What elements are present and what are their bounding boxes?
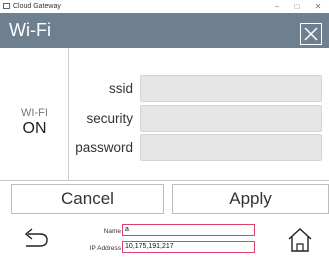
security-input[interactable] xyxy=(140,105,322,132)
wifi-status-label: WI-FI xyxy=(21,107,48,119)
password-input[interactable] xyxy=(140,134,322,161)
window-close-button[interactable]: ✕ xyxy=(311,0,325,13)
maximize-button[interactable]: □ xyxy=(290,0,304,13)
password-label: password xyxy=(75,140,133,155)
security-label: security xyxy=(86,111,133,126)
name-field[interactable]: a xyxy=(122,224,255,236)
ip-address-field[interactable]: 10,175,191,217 xyxy=(122,241,255,253)
cancel-button[interactable]: Cancel xyxy=(11,184,164,214)
minimize-button[interactable]: – xyxy=(270,0,284,13)
divider xyxy=(0,180,329,181)
ip-address-label: IP Address xyxy=(89,245,121,252)
home-icon xyxy=(288,228,312,252)
name-label: Name xyxy=(103,228,121,235)
close-button[interactable] xyxy=(300,23,322,45)
app-icon xyxy=(3,3,10,9)
home-button[interactable] xyxy=(286,227,314,253)
ssid-input[interactable] xyxy=(140,75,322,102)
window-title: Cloud Gateway xyxy=(13,3,61,10)
page-title: Wi-Fi xyxy=(9,20,51,40)
back-arrow-icon xyxy=(24,228,48,247)
close-icon xyxy=(304,27,318,41)
back-button[interactable] xyxy=(20,228,50,248)
apply-button[interactable]: Apply xyxy=(172,184,329,214)
wifi-status-value: ON xyxy=(22,120,47,137)
ssid-label: ssid xyxy=(108,81,133,96)
